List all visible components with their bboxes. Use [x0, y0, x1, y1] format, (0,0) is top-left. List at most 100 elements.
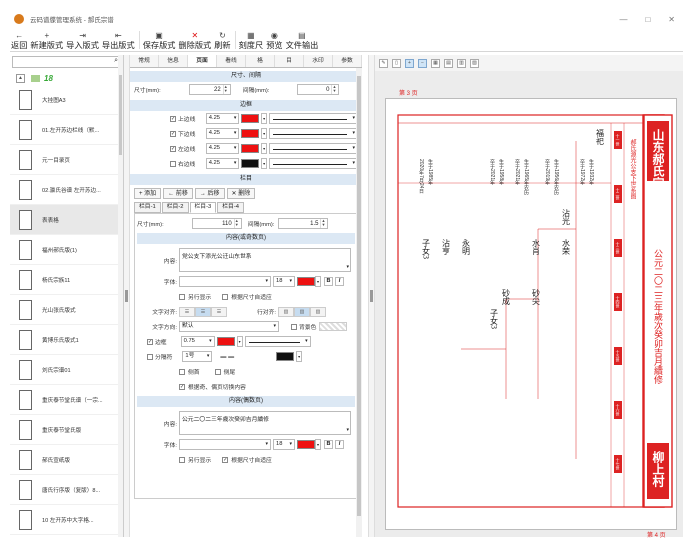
tab-6[interactable]: 水印	[304, 55, 333, 67]
list-item[interactable]: 福州郝氏版(1)	[10, 235, 123, 265]
list-scrollbar[interactable]	[118, 55, 123, 537]
fit-width-icon[interactable]: ▤	[444, 58, 453, 68]
align-middle-button[interactable]: ☰	[195, 306, 211, 317]
border-checkbox[interactable]: ✓	[170, 145, 176, 152]
maximize-icon[interactable]: □	[645, 15, 650, 24]
list-item[interactable]: 光山张氏版式	[10, 295, 123, 325]
toolbar-button-1[interactable]: + 新建版式	[29, 31, 64, 51]
col-gap-input[interactable]: 1.5 ▲ ▼	[278, 218, 329, 229]
column-subtab-3[interactable]: 栏目-4	[217, 202, 244, 213]
move-down-button[interactable]: → 后移	[194, 188, 225, 199]
border-line-select[interactable]: ▾	[269, 128, 359, 139]
tab-0[interactable]: 常规	[130, 55, 159, 67]
pencil-icon[interactable]: ✎	[379, 58, 388, 68]
even-bold-button[interactable]: B	[324, 440, 333, 449]
border-color-dropdown[interactable]: ▾	[261, 113, 268, 124]
list-item[interactable]: 大挂图A3	[10, 85, 123, 115]
bold-button[interactable]: B	[324, 277, 333, 286]
line-align-center-button[interactable]: ▥	[294, 306, 311, 317]
list-item[interactable]: 重庆泰节堂氏谱（一宗...	[10, 385, 123, 415]
tail-checkbox[interactable]	[214, 368, 221, 375]
font-color-swatch[interactable]	[297, 277, 315, 286]
grid-icon[interactable]: ▧	[470, 58, 479, 68]
even-italic-button[interactable]: I	[335, 440, 344, 449]
minimize-icon[interactable]: —	[619, 15, 627, 24]
separator-color-dropdown[interactable]: ▾	[296, 351, 303, 362]
tab-2[interactable]: 页面	[188, 55, 217, 67]
add-column-button[interactable]: + 添加	[134, 188, 162, 199]
tab-5[interactable]: 目	[275, 55, 304, 67]
list-item[interactable]: 黄博乐氏版式1	[10, 325, 123, 355]
list-item[interactable]: 10 左开苏中大字格...	[10, 505, 123, 535]
toolbar-button-6[interactable]: ↻ 刷新	[213, 31, 231, 51]
column-subtab-2[interactable]: 栏目-3	[189, 202, 217, 213]
even-fit-checkbox[interactable]: ✓	[222, 456, 229, 463]
direction-select[interactable]: 默认 ▾	[179, 321, 279, 332]
search-input[interactable]: ⌕	[12, 56, 121, 68]
toolbar-button-5[interactable]: ✕ 删除版式	[177, 31, 212, 51]
fit-checkbox[interactable]	[222, 293, 229, 300]
border-width-select[interactable]: 4.25 ▾	[205, 113, 240, 124]
toolbar-button-0[interactable]: ← 返回	[10, 31, 28, 51]
border-color-dropdown[interactable]: ▾	[261, 158, 268, 169]
border-checkbox[interactable]	[170, 160, 176, 167]
gap-input[interactable]: 0 ▲ ▼	[297, 84, 340, 95]
border-color-swatch[interactable]	[241, 159, 260, 168]
bg-checkbox[interactable]	[291, 323, 297, 330]
separator-color-swatch[interactable]	[276, 352, 295, 361]
even-font-color-dropdown[interactable]: ▾	[315, 439, 321, 450]
right-splitter[interactable]	[368, 55, 375, 537]
bg-color-swatch[interactable]	[319, 322, 348, 331]
list-item[interactable]: 杨氏宗族11	[10, 265, 123, 295]
even-font-select[interactable]: ▾	[179, 439, 271, 450]
border-width-select[interactable]: 4.25 ▾	[205, 128, 240, 139]
tab-1[interactable]: 信息	[159, 55, 188, 67]
even-font-size-select[interactable]: 18 ▾	[273, 439, 295, 450]
separator-select[interactable]: 1号 ▾	[182, 351, 213, 362]
toolbar-button-3[interactable]: ⇤ 导出版式	[101, 31, 136, 51]
list-item[interactable]: 重庆泰节堂氏版	[10, 415, 123, 445]
separator-checkbox[interactable]	[147, 353, 153, 360]
frame-checkbox[interactable]: ✓	[147, 338, 153, 345]
fit-page-icon[interactable]: ▦	[431, 58, 440, 68]
toolbar-button-2[interactable]: ⇥ 导入版式	[65, 31, 100, 51]
toolbar-button-8[interactable]: ◉ 预览	[265, 31, 283, 51]
border-line-select[interactable]: ▾	[269, 113, 359, 124]
border-color-dropdown[interactable]: ▾	[261, 128, 268, 139]
size-input[interactable]: 22 ▲ ▼	[188, 84, 231, 95]
border-color-swatch[interactable]	[241, 129, 260, 138]
frame-line-select[interactable]: ▾	[244, 336, 311, 347]
frame-color-swatch[interactable]	[216, 337, 235, 346]
border-line-select[interactable]: ▾	[269, 143, 359, 154]
even-wrap-checkbox[interactable]	[179, 456, 185, 463]
list-item[interactable]: 刘氏宗谱01	[10, 355, 123, 385]
list-item[interactable]: 表表格	[10, 205, 123, 235]
wrap-checkbox[interactable]	[179, 293, 185, 300]
tab-3[interactable]: 看线	[217, 55, 246, 67]
col-size-input[interactable]: 110 ▲ ▼	[191, 218, 242, 229]
border-color-dropdown[interactable]: ▾	[261, 143, 268, 154]
list-item[interactable]: 唐氏行序版（复版）8...	[10, 475, 123, 505]
zoom-in-icon[interactable]: +	[405, 58, 414, 68]
toolbar-button-9[interactable]: ▤ 文件输出	[285, 31, 320, 51]
border-line-select[interactable]: ▾	[269, 158, 358, 169]
italic-button[interactable]: I	[335, 277, 344, 286]
two-page-icon[interactable]: ▥	[457, 58, 466, 68]
frame-color-dropdown[interactable]: ▾	[236, 336, 243, 347]
list-item[interactable]: 01.左开苏边栏线（默...	[10, 115, 123, 145]
border-checkbox[interactable]: ✓	[170, 115, 176, 122]
adapt-checkbox[interactable]: ✓	[179, 383, 185, 390]
zoom-out-icon[interactable]: −	[418, 58, 427, 68]
border-color-swatch[interactable]	[241, 144, 260, 153]
delete-column-button[interactable]: ✕ 删除	[226, 188, 256, 199]
head-checkbox[interactable]	[179, 368, 185, 375]
column-subtab-1[interactable]: 栏目-2	[161, 202, 189, 213]
align-top-button[interactable]: ☰	[179, 306, 195, 317]
tab-7[interactable]: 参数	[333, 55, 362, 67]
frame-width-select[interactable]: 0.75 ▾	[180, 336, 215, 347]
line-align-right-button[interactable]: ▥	[310, 306, 327, 317]
border-color-swatch[interactable]	[241, 114, 260, 123]
up-level-button[interactable]: ▲	[16, 73, 25, 83]
border-width-select[interactable]: 4.25 ▾	[205, 158, 240, 169]
list-item[interactable]: 02.瀛氏谷谱 左开苏边...	[10, 175, 123, 205]
